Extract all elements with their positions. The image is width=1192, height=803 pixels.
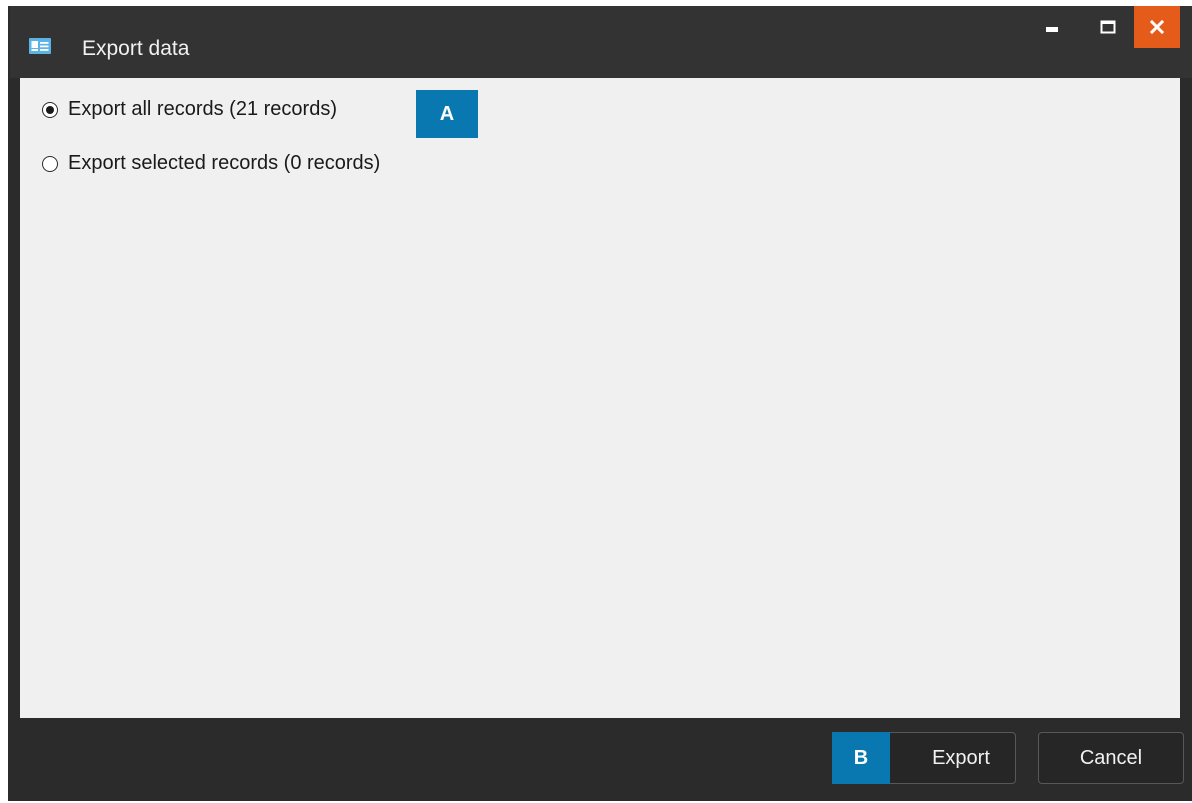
window-title: Export data <box>82 37 190 60</box>
maximize-icon <box>1100 20 1116 34</box>
minimize-button[interactable] <box>1032 6 1072 48</box>
dialog-footer: Export B Cancel <box>20 718 1184 795</box>
export-selected-radio[interactable] <box>42 155 58 172</box>
export-all-radio[interactable] <box>42 101 58 118</box>
maximize-button[interactable] <box>1088 6 1128 48</box>
close-icon <box>1150 20 1164 34</box>
cancel-button[interactable]: Cancel <box>1038 732 1184 784</box>
close-button[interactable] <box>1134 6 1180 48</box>
minimize-icon <box>1046 27 1058 32</box>
export-data-dialog: Export data Export all records (21 recor… <box>8 6 1192 801</box>
export-selected-label[interactable]: Export selected records (0 records) <box>68 152 380 175</box>
export-all-label[interactable]: Export all records (21 records) <box>68 98 337 121</box>
dialog-content: Export all records (21 records) A Export… <box>20 78 1180 718</box>
export-selected-option[interactable]: Export selected records (0 records) <box>42 152 380 175</box>
export-all-option[interactable]: Export all records (21 records) <box>42 98 337 121</box>
title-bar[interactable]: Export data <box>10 6 1192 78</box>
callout-badge-b: B <box>832 732 890 784</box>
radio-selected-dot <box>46 105 54 114</box>
callout-badge-a: A <box>416 90 478 138</box>
contact-card-icon <box>29 38 51 54</box>
